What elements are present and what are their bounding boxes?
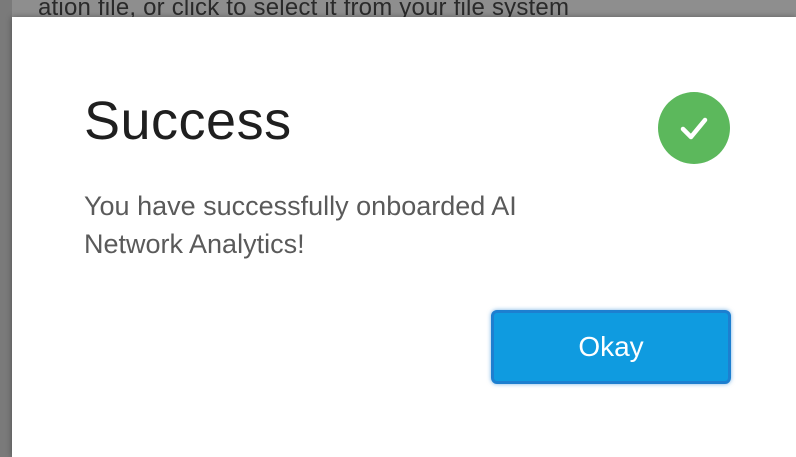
- success-dialog: Success You have successfully onboarded …: [12, 17, 796, 457]
- background-edge: [0, 0, 12, 457]
- dialog-message: You have successfully onboarded AI Netwo…: [84, 191, 517, 259]
- okay-button[interactable]: Okay: [491, 310, 731, 384]
- dialog-title: Success: [84, 91, 292, 151]
- checkmark-icon: [680, 117, 708, 140]
- check-circle-icon: [658, 92, 730, 164]
